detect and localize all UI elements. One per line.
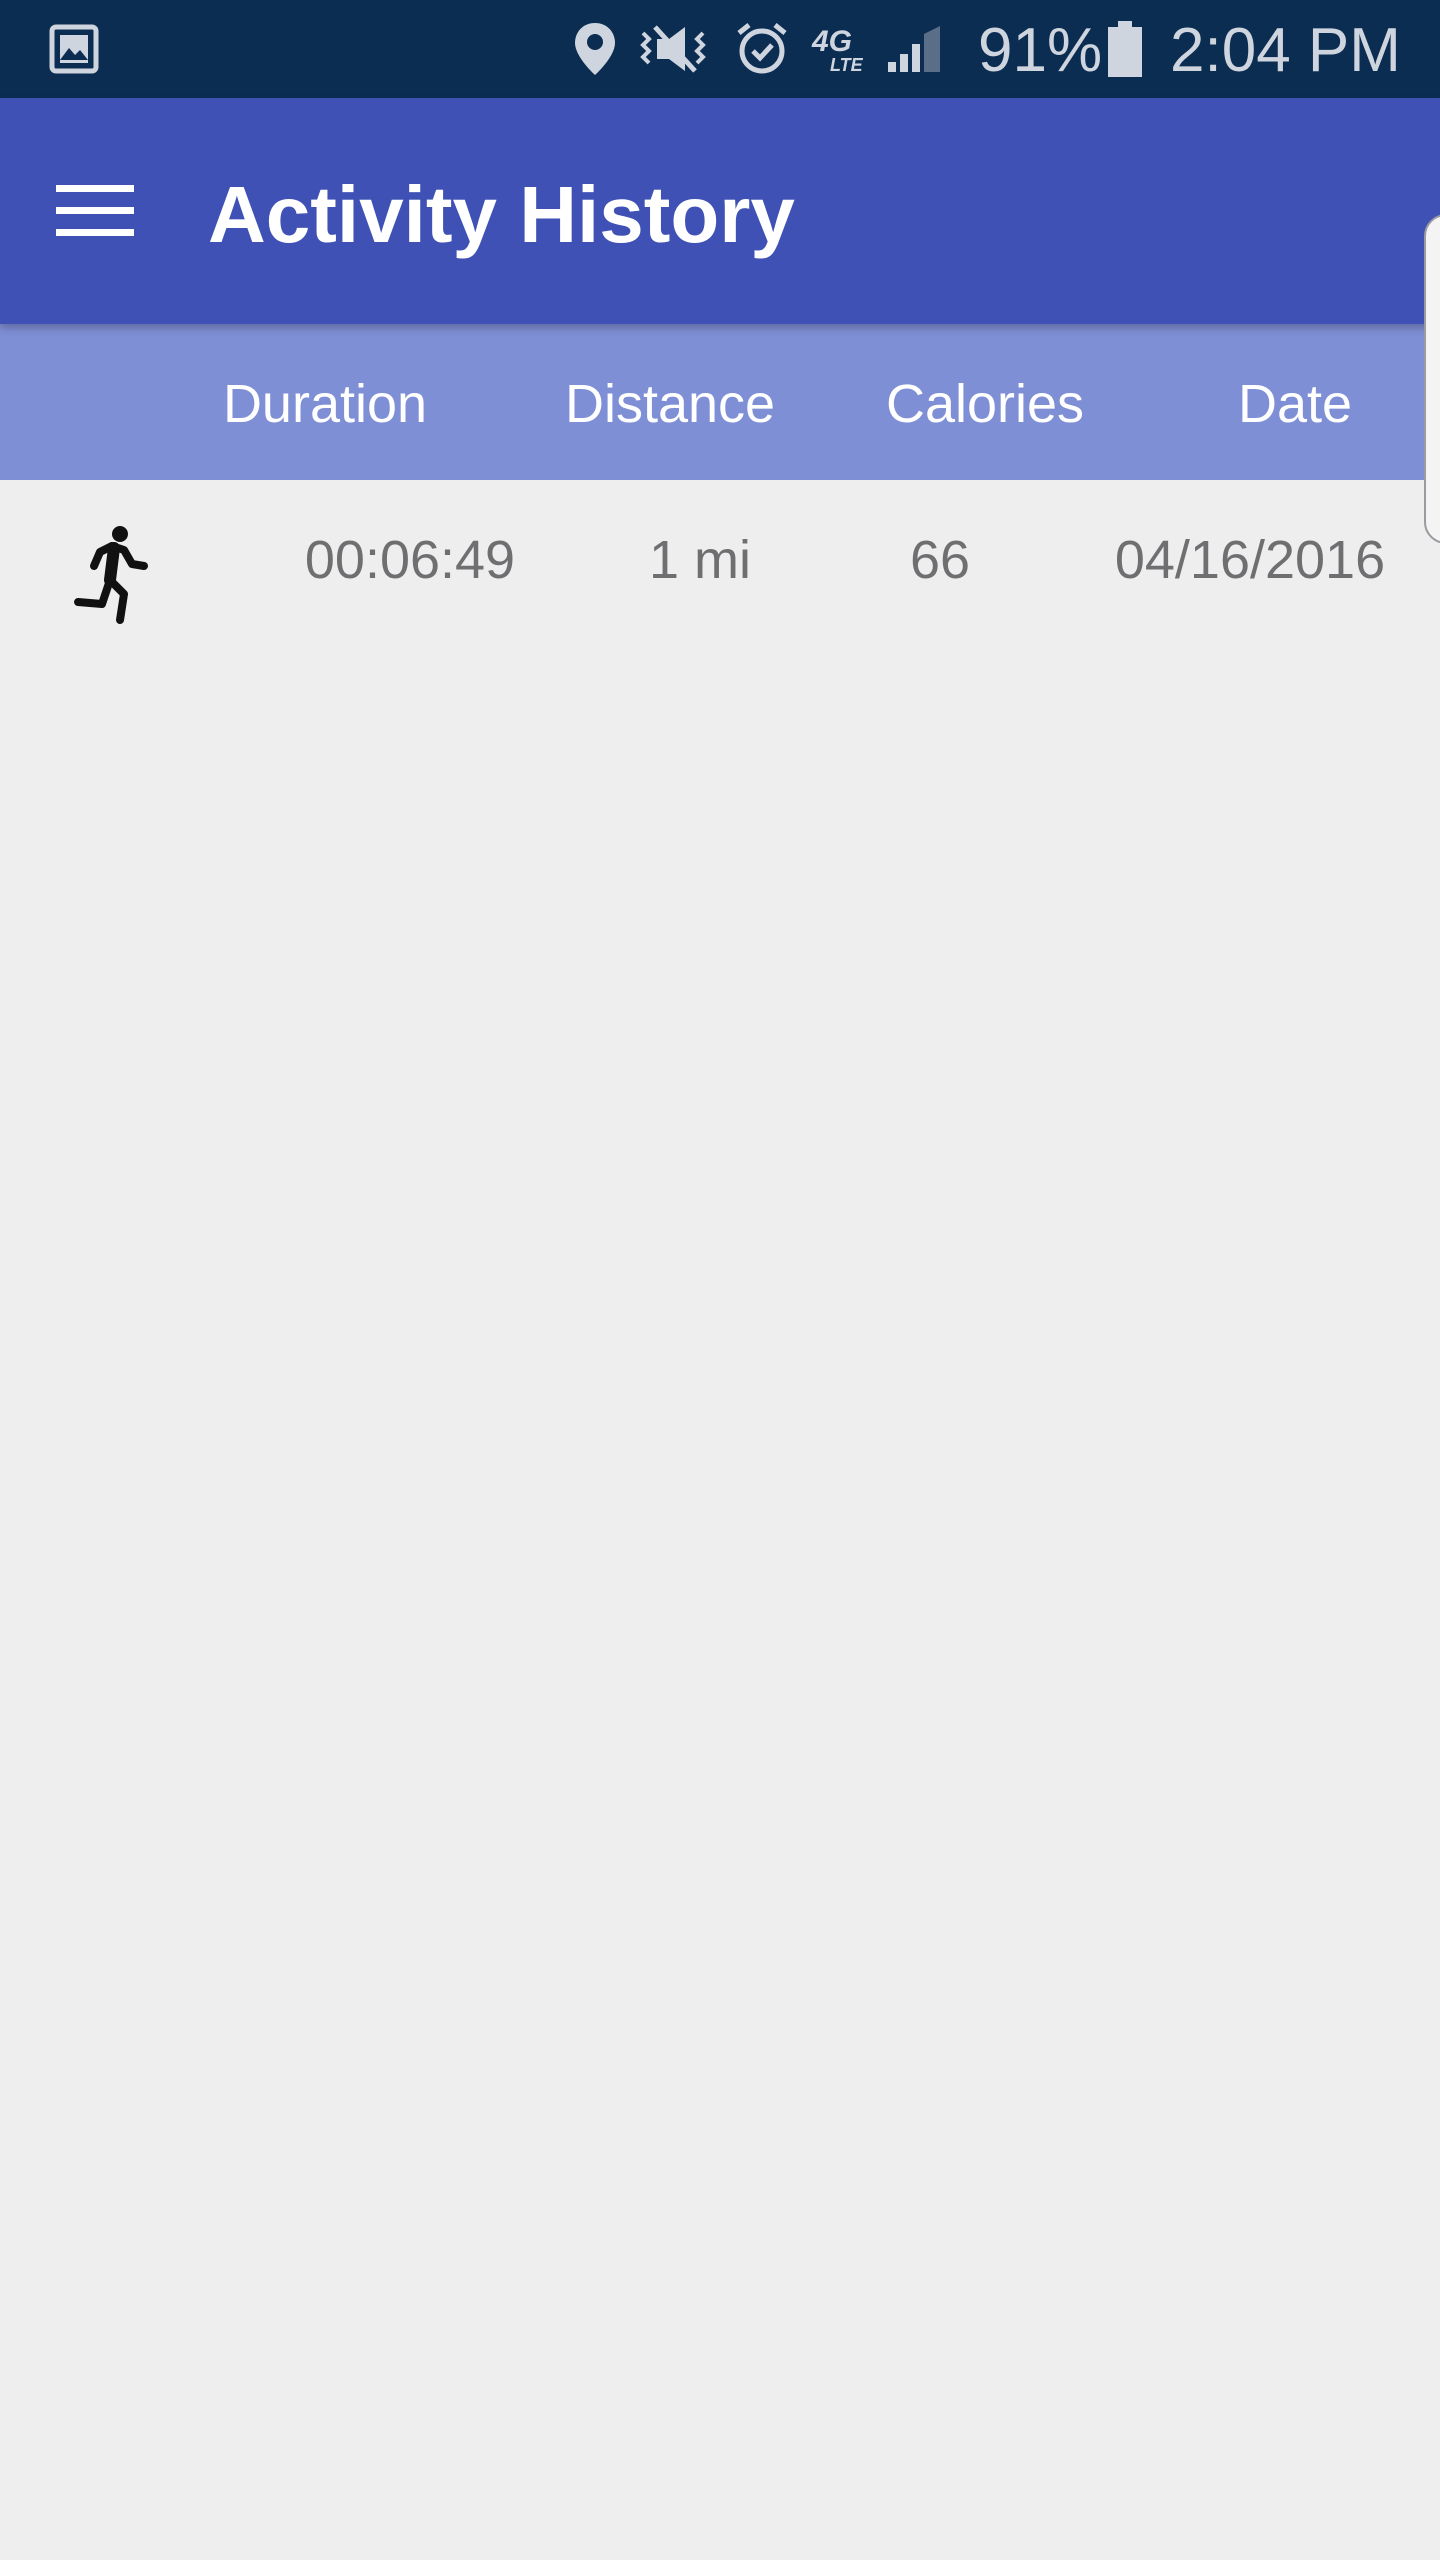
table-row[interactable]: 00:06:49 1 mi 66 04/16/2016 <box>0 480 1424 640</box>
table-header: Duration Distance Calories Date <box>0 324 1424 480</box>
vibrate-mute-icon <box>636 0 716 98</box>
running-icon <box>72 524 156 624</box>
svg-text:4G: 4G <box>811 25 852 58</box>
battery-icon <box>1104 0 1146 98</box>
page-title: Activity History <box>208 170 795 259</box>
signal-icon <box>884 0 944 98</box>
cell-calories: 66 <box>909 530 971 590</box>
column-header-distance[interactable]: Distance <box>520 324 820 480</box>
column-header-calories[interactable]: Calories <box>840 324 1130 480</box>
cell-distance: 1 mi <box>648 530 751 590</box>
hamburger-menu-icon <box>56 183 134 244</box>
battery-percent: 91% <box>978 16 1103 85</box>
menu-button[interactable] <box>40 158 150 268</box>
gallery-icon <box>44 0 104 98</box>
cell-date: 04/16/2016 <box>1114 530 1386 590</box>
svg-text:LTE: LTE <box>830 55 864 75</box>
location-icon <box>568 0 622 98</box>
4g-lte-icon: 4G LTE <box>808 0 874 98</box>
alarm-icon <box>734 0 790 98</box>
cell-duration: 00:06:49 <box>304 530 516 590</box>
clock: 2:04 PM <box>1170 16 1401 85</box>
column-header-date[interactable]: Date <box>1160 324 1430 480</box>
status-bar: 4G LTE 91% 2:04 PM <box>0 0 1440 98</box>
app-bar: Activity History <box>0 98 1440 324</box>
column-header-duration[interactable]: Duration <box>170 324 480 480</box>
drawer-handle[interactable] <box>1424 214 1440 544</box>
